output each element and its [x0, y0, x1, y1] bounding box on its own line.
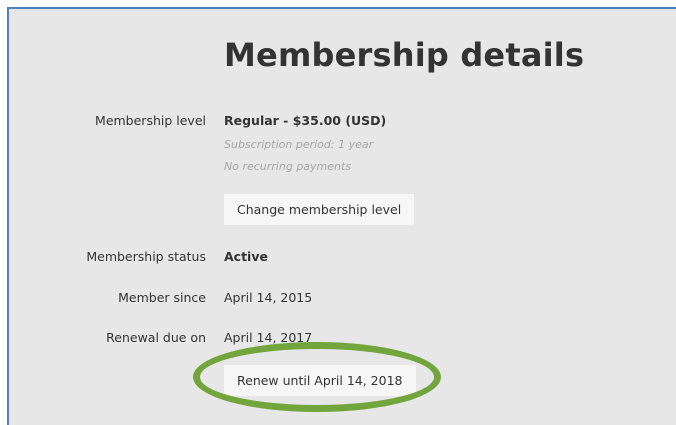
renewal-due-label: Renewal due on	[106, 330, 206, 345]
membership-status-label: Membership status	[86, 249, 206, 264]
membership-level-value: Regular - $35.00 (USD)	[224, 113, 387, 128]
renew-membership-button[interactable]: Renew until April 14, 2018	[224, 365, 416, 396]
change-membership-level-button[interactable]: Change membership level	[224, 194, 415, 225]
member-since-label: Member since	[118, 290, 206, 305]
membership-status-value: Active	[224, 249, 268, 264]
subscription-period-note: Subscription period: 1 year	[224, 138, 374, 151]
renewal-due-value: April 14, 2017	[224, 330, 313, 345]
member-since-value: April 14, 2015	[224, 290, 313, 305]
recurring-payments-note: No recurring payments	[224, 160, 352, 173]
page-title: Membership details	[224, 36, 585, 74]
membership-level-label: Membership level	[95, 113, 206, 128]
